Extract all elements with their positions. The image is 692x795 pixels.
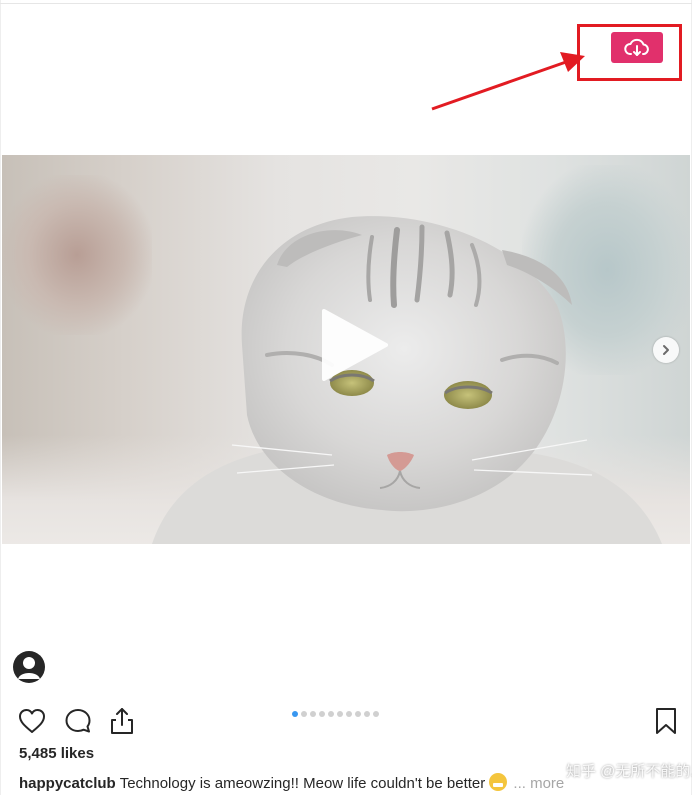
video-player[interactable] [2,155,690,544]
carousel-dot [319,711,325,717]
watermark-text: 知乎 @无所不能的... [566,763,692,780]
share-icon[interactable] [107,706,137,736]
post-caption: happycatclub Technology is ameowzing!! Me… [19,773,564,792]
carousel-dot [310,711,316,717]
grinning-cat-emoji-icon [489,773,508,791]
wechat-logo-icon [545,763,563,778]
watermark: 知乎 @无所不能的... [545,760,692,781]
carousel-dot [301,711,307,717]
chevron-right-icon [663,345,669,355]
play-icon[interactable] [312,305,392,385]
caption-username[interactable]: happycatclub [19,775,116,792]
next-slide-button[interactable] [653,337,679,363]
carousel-dot [346,711,352,717]
user-avatar-icon [18,657,40,679]
carousel-dot [373,711,379,717]
carousel-dot [355,711,361,717]
heart-icon[interactable] [17,706,47,736]
download-button[interactable] [611,32,663,63]
top-divider [0,3,692,4]
carousel-dot [364,711,370,717]
comment-icon[interactable] [63,706,93,736]
likes-count[interactable]: 5,485 likes [19,745,94,762]
caption-text: Technology is ameowzing!! Meow life coul… [119,775,486,792]
left-border [0,0,1,795]
carousel-indicator [292,711,379,719]
carousel-dot [337,711,343,717]
carousel-dot [328,711,334,717]
cloud-download-icon [624,38,649,56]
carousel-dot [292,711,298,717]
bookmark-icon[interactable] [651,706,681,736]
avatar[interactable] [13,651,45,683]
